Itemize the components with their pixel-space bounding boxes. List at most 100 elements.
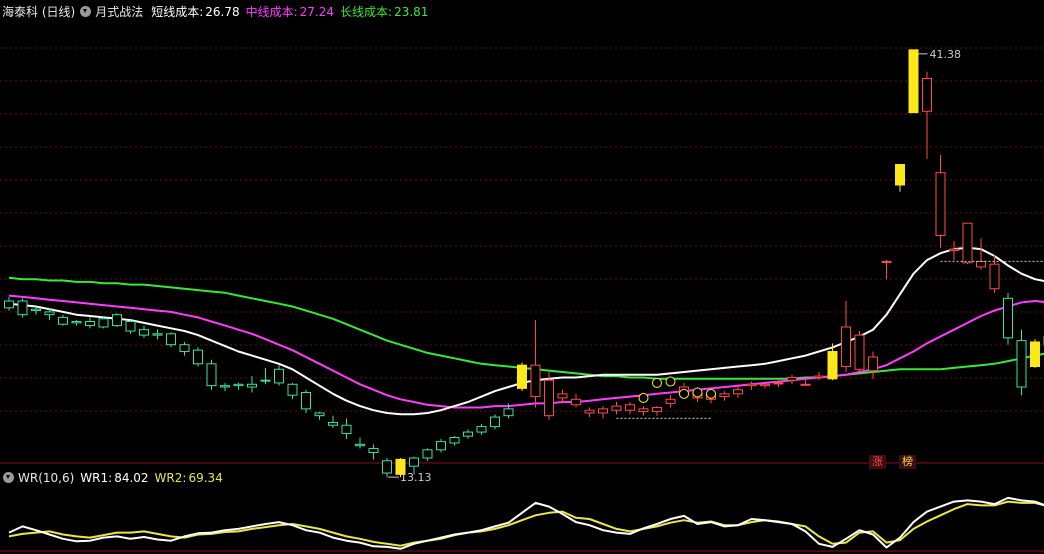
candle-body xyxy=(328,422,338,426)
signal-marker xyxy=(706,388,716,399)
wr-name[interactable]: WR(10,6) xyxy=(18,471,74,485)
candle-body xyxy=(422,449,433,459)
short-cost-label: 短线成本: xyxy=(151,5,204,19)
candle-body xyxy=(85,320,95,327)
candle-body xyxy=(4,300,14,309)
candle-body xyxy=(733,389,743,395)
candle-body xyxy=(827,351,838,380)
wr-header: WR(10,6) WR1: 84.02 WR2: 69.34 xyxy=(0,467,227,489)
signal-marker xyxy=(652,377,662,388)
candle-body xyxy=(1030,341,1040,368)
signal-marker xyxy=(679,388,689,399)
candle-body xyxy=(611,405,622,411)
candle-body xyxy=(179,344,190,353)
candle-body xyxy=(841,326,851,368)
candle-body xyxy=(503,408,514,417)
candle-body xyxy=(476,426,487,433)
candle-body xyxy=(409,457,419,467)
candle-body xyxy=(98,318,109,328)
candle-body xyxy=(922,78,932,112)
low-price-label: 13.13 xyxy=(400,471,432,484)
candle-body xyxy=(881,260,892,263)
candle-body xyxy=(247,383,257,388)
candle-body xyxy=(220,385,230,388)
signal-marker xyxy=(692,387,703,398)
indicator-name[interactable]: 月式战法 xyxy=(95,5,143,19)
candle-body xyxy=(908,49,919,114)
wr2-label: WR2: xyxy=(154,471,187,485)
candle-body xyxy=(287,383,298,396)
candle-body xyxy=(719,393,730,398)
candle-body xyxy=(935,172,946,236)
candle-body xyxy=(368,447,379,454)
candle-body xyxy=(125,320,136,332)
candle-body xyxy=(193,349,203,365)
candle-body xyxy=(139,329,149,336)
candle-body xyxy=(260,379,271,382)
candle-body xyxy=(17,300,28,316)
signal-marker xyxy=(638,392,649,403)
candle-body xyxy=(490,416,500,428)
candle-body xyxy=(665,398,676,404)
candle-body xyxy=(436,441,446,451)
candle-body xyxy=(314,412,325,417)
main-header: 海泰科 (日线) 月式战法 短线成本: 26.78 中线成本: 27.24 长线成本: 23.… xyxy=(0,1,432,23)
candle-body xyxy=(463,431,473,437)
candle-body xyxy=(787,376,797,381)
candle-body xyxy=(800,383,811,386)
candle-body xyxy=(814,375,824,378)
candle-body xyxy=(517,364,527,389)
candle-body xyxy=(71,320,82,324)
high-price-label: 41.38 xyxy=(930,48,962,61)
candle-body xyxy=(341,424,352,434)
candle-body xyxy=(112,314,122,327)
candle-body xyxy=(449,437,460,444)
wr1-label: WR1: xyxy=(80,471,113,485)
wr-menu-icon[interactable] xyxy=(3,472,14,483)
candle-body xyxy=(638,408,649,413)
signal-marker xyxy=(665,376,676,387)
candle-body xyxy=(746,383,757,387)
indicator-menu-icon[interactable] xyxy=(80,6,92,17)
candle-body xyxy=(166,333,176,346)
long-cost-value: 23.81 xyxy=(394,5,429,19)
candle-body xyxy=(962,222,973,264)
candle-body xyxy=(868,356,878,372)
candle-body xyxy=(1003,297,1013,339)
candle-body xyxy=(301,391,311,410)
candle-body xyxy=(274,368,284,384)
limit-up-tag[interactable]: 涨 xyxy=(869,455,886,469)
candle-body xyxy=(625,404,635,411)
wr1-value: 84.02 xyxy=(114,471,149,485)
candle-body xyxy=(544,379,554,417)
candle-body xyxy=(854,334,865,370)
candle-body xyxy=(152,333,163,336)
candle-body xyxy=(773,382,784,385)
wr1-line xyxy=(8,496,1044,550)
candle-body xyxy=(382,460,392,474)
ranking-tag[interactable]: 榜 xyxy=(899,455,916,469)
mid-cost-value: 27.24 xyxy=(299,5,335,19)
candle-body xyxy=(58,316,68,325)
candle-body xyxy=(652,406,662,413)
mid-cost-label: 中线成本: xyxy=(245,5,298,19)
candle-body xyxy=(989,263,1000,290)
short-cost-line xyxy=(8,246,1044,416)
candle-body xyxy=(530,364,541,398)
wr2-line xyxy=(8,500,1044,547)
candle-body xyxy=(1016,340,1027,388)
short-cost-value: 26.78 xyxy=(205,5,240,19)
candle-body xyxy=(233,383,244,387)
wr2-value: 69.34 xyxy=(188,471,223,485)
candle-body xyxy=(571,398,581,406)
candle-body xyxy=(949,248,959,252)
candle-body xyxy=(44,311,55,316)
stock-name: 海泰科 (日线) xyxy=(2,5,76,19)
candle-body xyxy=(206,363,217,387)
candle-body xyxy=(557,393,568,399)
candle-body xyxy=(976,260,986,268)
candle-body xyxy=(31,308,41,312)
candle-body xyxy=(598,408,608,414)
long-cost-label: 长线成本: xyxy=(340,5,393,19)
candle-body xyxy=(895,164,905,186)
